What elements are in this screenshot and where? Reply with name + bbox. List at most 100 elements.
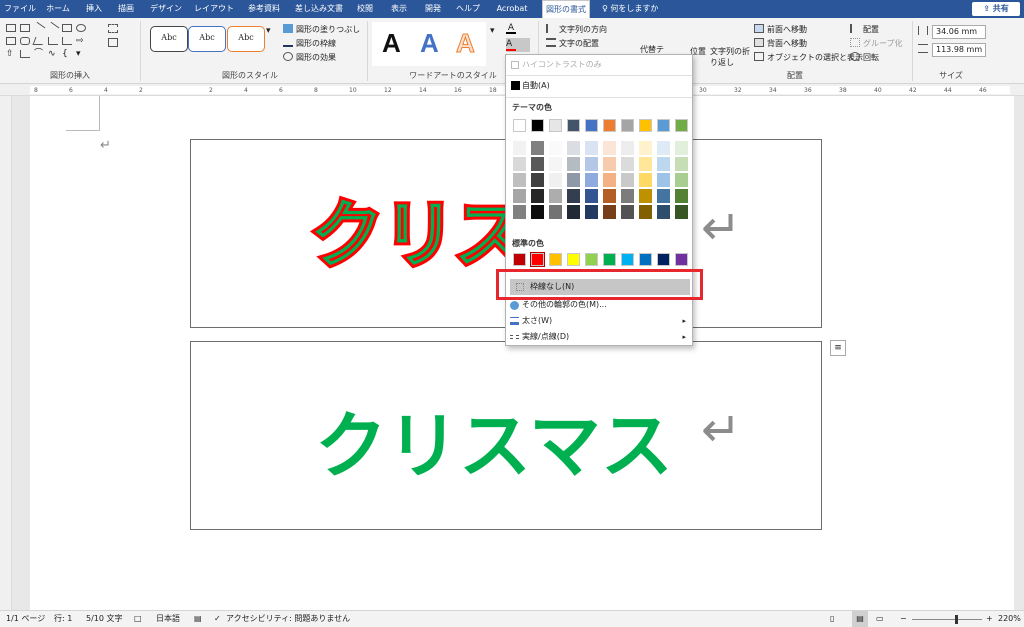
shape-style-sample[interactable]: Abc xyxy=(188,26,226,52)
theme-shade-swatch[interactable] xyxy=(513,189,526,203)
wordart-gallery[interactable]: A A A xyxy=(372,22,486,66)
auto-color-option[interactable]: 自動(A) xyxy=(506,78,692,94)
theme-shade-swatch[interactable] xyxy=(675,205,688,219)
zoom-slider-thumb[interactable] xyxy=(955,615,958,624)
theme-shade-swatch[interactable] xyxy=(549,205,562,219)
shape-style-sample[interactable]: Abc xyxy=(227,26,265,52)
zoom-out-button[interactable]: − xyxy=(900,611,907,627)
shape-fill-button[interactable]: 図形の塗りつぶし xyxy=(283,24,360,35)
theme-shade-swatch[interactable] xyxy=(531,141,544,155)
tell-me-search[interactable]: ♀ 何をしますか xyxy=(602,0,672,18)
shape-styles-more-button[interactable]: ▾ xyxy=(266,26,271,36)
theme-shade-swatch[interactable] xyxy=(639,157,652,171)
shape-effects-button[interactable]: 図形の効果 xyxy=(283,52,336,63)
theme-shade-swatch[interactable] xyxy=(657,173,670,187)
zoom-slider[interactable] xyxy=(912,619,982,620)
read-mode-icon[interactable]: ▯ xyxy=(830,611,834,627)
print-layout-icon[interactable]: ▤ xyxy=(852,611,868,627)
accessibility-status[interactable]: アクセシビリティ: 問題ありません xyxy=(226,611,350,627)
theme-shade-swatch[interactable] xyxy=(675,189,688,203)
standard-color-swatch[interactable] xyxy=(639,253,652,266)
theme-color-swatch[interactable] xyxy=(531,119,544,132)
wordart-sample-blue[interactable]: A xyxy=(420,28,439,59)
theme-shade-swatch[interactable] xyxy=(675,157,688,171)
standard-color-swatch[interactable] xyxy=(567,253,580,266)
selection-pane-button[interactable]: オブジェクトの選択と表示 xyxy=(754,52,863,63)
triangle-shape-icon[interactable] xyxy=(32,37,46,45)
theme-shade-swatch[interactable] xyxy=(621,189,634,203)
theme-shade-swatch[interactable] xyxy=(585,189,598,203)
rounded-rect-shape-icon[interactable] xyxy=(20,37,30,45)
tab-insert[interactable]: 挿入 xyxy=(82,0,106,18)
tab-review[interactable]: 校閲 xyxy=(354,0,376,18)
textbox-shape-icon[interactable] xyxy=(6,24,16,32)
theme-shade-swatch[interactable] xyxy=(585,205,598,219)
theme-shade-swatch[interactable] xyxy=(531,205,544,219)
align-button[interactable]: 配置 xyxy=(850,24,879,35)
theme-color-swatch[interactable] xyxy=(675,119,688,132)
tab-layout[interactable]: レイアウト xyxy=(194,0,234,18)
standard-color-swatch[interactable] xyxy=(513,253,526,266)
theme-shade-swatch[interactable] xyxy=(603,157,616,171)
theme-color-swatch[interactable] xyxy=(657,119,670,132)
theme-shade-swatch[interactable] xyxy=(657,157,670,171)
word-count[interactable]: 5/10 文字 xyxy=(86,611,123,627)
edit-shape-button[interactable] xyxy=(108,24,121,34)
language[interactable]: 日本語 xyxy=(156,611,180,627)
wrap-text-button[interactable]: 文字列の折り返し xyxy=(710,46,752,68)
theme-shade-swatch[interactable] xyxy=(585,173,598,187)
theme-shade-swatch[interactable] xyxy=(513,173,526,187)
vertical-textbox-shape-icon[interactable] xyxy=(20,24,30,32)
wordart-more-button[interactable]: ▾ xyxy=(490,26,495,36)
draw-textbox-button[interactable] xyxy=(108,38,121,48)
tab-shape-format[interactable]: 図形の書式 xyxy=(542,0,590,18)
theme-shade-swatch[interactable] xyxy=(639,189,652,203)
theme-shade-swatch[interactable] xyxy=(567,173,580,187)
rotate-button[interactable]: 回転 xyxy=(850,52,879,63)
tab-design[interactable]: デザイン xyxy=(148,0,184,18)
theme-shade-swatch[interactable] xyxy=(603,189,616,203)
theme-shade-swatch[interactable] xyxy=(531,189,544,203)
connector-icon[interactable] xyxy=(62,37,72,45)
standard-color-swatch[interactable] xyxy=(585,253,598,266)
high-contrast-checkbox[interactable]: ハイコントラストのみ xyxy=(506,57,692,73)
standard-color-swatch[interactable] xyxy=(530,252,545,267)
bring-forward-button[interactable]: 前面へ移動 xyxy=(754,24,807,35)
tab-acrobat[interactable]: Acrobat xyxy=(494,0,530,18)
theme-shade-swatch[interactable] xyxy=(549,173,562,187)
theme-shade-swatch[interactable] xyxy=(513,157,526,171)
theme-shade-swatch[interactable] xyxy=(657,141,670,155)
theme-shade-swatch[interactable] xyxy=(657,189,670,203)
text-outline-button[interactable]: A xyxy=(506,38,530,52)
text-fill-button[interactable]: A xyxy=(506,22,519,34)
theme-shade-swatch[interactable] xyxy=(567,189,580,203)
wordart-sample-black[interactable]: A xyxy=(382,28,401,59)
share-button[interactable]: ⇪ 共有 xyxy=(972,2,1020,16)
theme-shade-swatch[interactable] xyxy=(675,141,688,155)
tab-developer[interactable]: 開発 xyxy=(422,0,444,18)
standard-color-swatch[interactable] xyxy=(657,253,670,266)
brace-shape-icon[interactable]: { xyxy=(62,50,72,59)
weight-option[interactable]: 太さ(W) ▸ xyxy=(506,313,692,329)
theme-shade-swatch[interactable] xyxy=(603,205,616,219)
theme-color-swatch[interactable] xyxy=(549,119,562,132)
theme-color-swatch[interactable] xyxy=(639,119,652,132)
theme-color-swatch[interactable] xyxy=(603,119,616,132)
theme-shade-swatch[interactable] xyxy=(549,189,562,203)
vertical-ruler[interactable] xyxy=(0,96,12,610)
theme-shade-swatch[interactable] xyxy=(549,157,562,171)
zoom-in-button[interactable]: + xyxy=(986,611,993,627)
rectangle-shape-icon[interactable] xyxy=(62,24,72,32)
arrow-shape-icon[interactable] xyxy=(46,21,60,35)
shape-width-input[interactable]: 113.98 mm xyxy=(932,43,986,57)
shape-height-input[interactable]: 34.06 mm xyxy=(932,25,986,39)
theme-color-swatch[interactable] xyxy=(585,119,598,132)
text-direction-button[interactable]: 文字列の方向 xyxy=(546,24,607,35)
theme-shade-swatch[interactable] xyxy=(603,141,616,155)
l-shape-icon[interactable] xyxy=(20,50,30,58)
theme-shade-swatch[interactable] xyxy=(513,141,526,155)
standard-color-swatch[interactable] xyxy=(675,253,688,266)
macro-icon[interactable]: ▤ xyxy=(194,611,202,627)
standard-color-swatch[interactable] xyxy=(549,253,562,266)
standard-color-swatch[interactable] xyxy=(621,253,634,266)
